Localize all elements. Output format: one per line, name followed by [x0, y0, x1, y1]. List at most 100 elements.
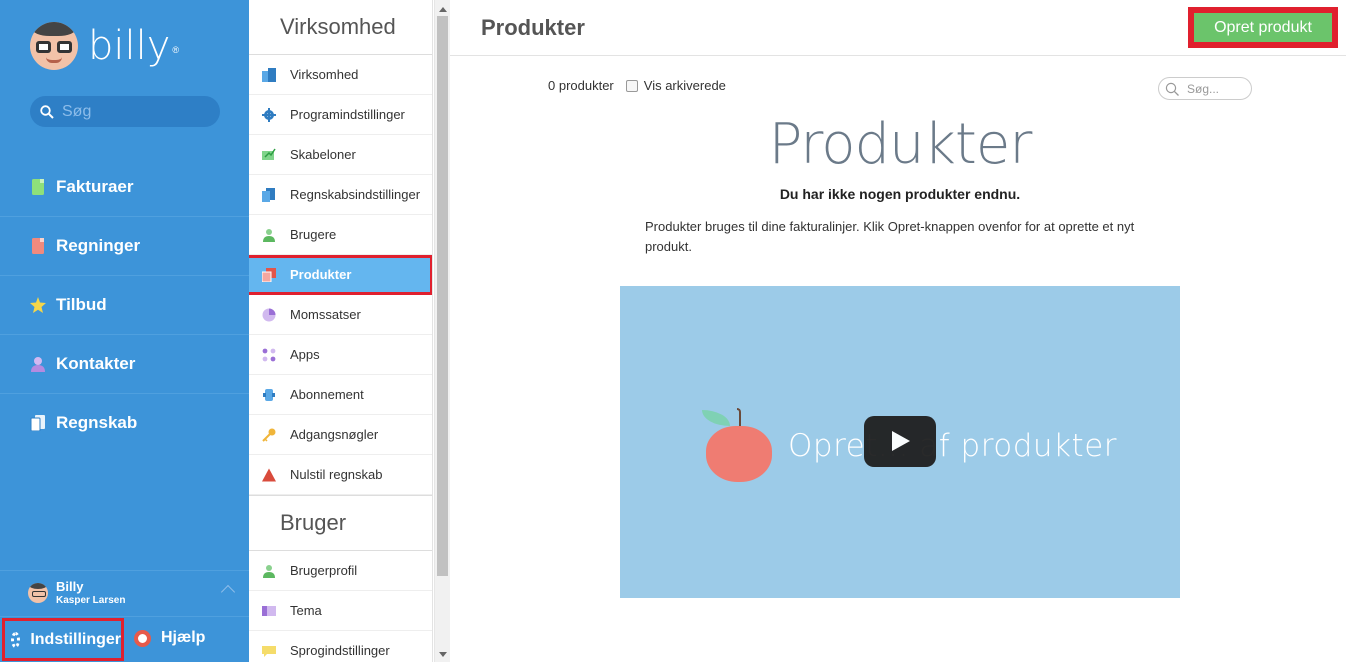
settings-item-label: Skabeloner [290, 147, 356, 162]
lifebuoy-icon [134, 629, 151, 647]
settings-item-programindstillinger[interactable]: Programindstillinger [249, 95, 432, 135]
nav-item-regninger[interactable]: Regninger [0, 216, 249, 275]
video-caption: Opret... af produkter [788, 428, 1118, 464]
users-icon [263, 228, 275, 242]
sidebar-search-input[interactable] [62, 102, 212, 121]
show-archived-label[interactable]: Vis arkiverede [644, 78, 726, 93]
pie-icon [262, 308, 276, 321]
settings-item-label: Brugere [290, 227, 337, 242]
tutorial-video[interactable]: Opret... af produkter [620, 286, 1180, 598]
settings-scrollbar[interactable] [434, 0, 450, 662]
play-button-icon[interactable] [864, 416, 936, 467]
settings-item-nulstil-regnskab[interactable]: Nulstil regnskab [249, 455, 432, 495]
settings-item-label: Programindstillinger [290, 107, 405, 122]
key-icon [262, 428, 276, 442]
main-content: Produkter Opret produkt 0 produkter Vis … [450, 0, 1346, 662]
scroll-down-arrow-icon[interactable] [439, 652, 447, 657]
ledger-icon [30, 415, 45, 431]
help-button[interactable]: Hjælp [134, 629, 205, 647]
settings-item-apps[interactable]: Apps [249, 335, 432, 375]
logo-text: billy [88, 23, 171, 69]
settings-item-label: Adgangsnøgler [290, 427, 379, 442]
product-search-input[interactable] [1187, 81, 1247, 96]
user-name: Kasper Larsen [56, 595, 126, 606]
settings-item-skabeloner[interactable]: Skabeloner [249, 135, 432, 175]
gear-icon [262, 107, 276, 122]
product-count: 0 produkter [548, 78, 614, 93]
nav-label: Regnskab [56, 413, 138, 432]
list-toolbar: 0 produkter Vis arkiverede [548, 78, 726, 93]
gear-icon [11, 631, 21, 648]
logo-registered-mark: ® [172, 45, 180, 55]
settings-item-label: Virksomhed [290, 67, 359, 82]
nav-item-kontakter[interactable]: Kontakter [0, 334, 249, 393]
empty-state-subtitle: Du har ikke nogen produkter endnu. [779, 186, 1021, 202]
help-label: Hjælp [161, 629, 206, 646]
invoice-icon [32, 178, 44, 195]
template-icon [262, 148, 276, 160]
product-search[interactable] [1158, 77, 1252, 100]
settings-item-label: Tema [290, 603, 322, 618]
empty-state-title: Produkter [768, 112, 1033, 177]
settings-item-label: Regnskabsindstillinger [290, 187, 421, 202]
subscription-icon [263, 388, 275, 401]
settings-item-produkter[interactable]: Produkter [249, 255, 432, 295]
avatar [28, 583, 48, 603]
user-info: Billy Kasper Larsen [56, 579, 125, 607]
billy-logo[interactable]: billy ® [30, 18, 179, 74]
sidebar-bottom-bar: Indstillinger Hjælp [0, 616, 249, 662]
settings-button[interactable]: Indstillinger [2, 618, 124, 661]
settings-item-abonnement[interactable]: Abonnement [249, 375, 432, 415]
settings-item-virksomhed[interactable]: Virksomhed [249, 55, 432, 95]
building-icon [262, 67, 276, 82]
settings-item-label: Apps [290, 347, 320, 362]
nav-item-regnskab[interactable]: Regnskab [0, 393, 249, 452]
settings-label: Indstillinger [30, 630, 121, 648]
search-icon [1165, 82, 1179, 96]
bill-icon [32, 238, 44, 254]
section-title-user: Bruger [249, 495, 432, 551]
settings-item-momssatser[interactable]: Momssatser [249, 295, 432, 335]
empty-state-description: Produkter bruges til dine fakturalinjer.… [645, 219, 1135, 254]
language-icon [262, 645, 276, 657]
section-title-company: Virksomhed [249, 0, 432, 55]
settings-item-label: Abonnement [290, 387, 364, 402]
user-box[interactable]: Billy Kasper Larsen [0, 570, 249, 615]
warning-icon [262, 468, 276, 481]
create-product-button[interactable]: Opret produkt [1188, 7, 1338, 48]
nav-item-tilbud[interactable]: Tilbud [0, 275, 249, 334]
scroll-up-arrow-icon[interactable] [439, 7, 447, 12]
star-icon [30, 297, 46, 313]
settings-item-label: Produkter [290, 267, 352, 282]
settings-item-tema[interactable]: Tema [249, 591, 432, 631]
settings-item-regnskabsindstillinger[interactable]: Regnskabsindstillinger [249, 175, 432, 215]
page-title: Produkter [481, 14, 585, 40]
settings-item-brugere[interactable]: Brugere [249, 215, 432, 255]
chevron-up-icon [220, 584, 236, 600]
main-sidebar: billy® Fakturaer Regninger Tilbud Kontak… [0, 0, 249, 662]
nav-label: Fakturaer [56, 176, 134, 196]
settings-item-sprogindstillinger[interactable]: Sprogindstillinger [249, 631, 432, 662]
app-root: billy® Fakturaer Regninger Tilbud Kontak… [0, 0, 1346, 662]
nav-item-fakturaer[interactable]: Fakturaer [0, 157, 249, 216]
settings-item-brugerprofil[interactable]: Brugerprofil [249, 551, 432, 591]
settings-item-label: Sprogindstillinger [290, 643, 390, 658]
create-product-label: Opret produkt [1194, 13, 1332, 42]
show-archived-checkbox[interactable] [625, 79, 638, 92]
settings-item-adgangsnoegler[interactable]: Adgangsnøgler [249, 415, 432, 455]
organization-name: Billy [56, 579, 84, 594]
scroll-thumb[interactable] [437, 16, 448, 576]
ledger-icon [262, 187, 275, 202]
products-icon [262, 267, 276, 282]
sidebar-search[interactable] [30, 96, 220, 127]
search-icon [40, 104, 54, 119]
billy-mascot-icon [30, 22, 78, 70]
nav-label: Tilbud [56, 295, 107, 314]
profile-icon [263, 564, 275, 578]
settings-item-label: Nulstil regnskab [290, 467, 383, 482]
main-nav: Fakturaer Regninger Tilbud Kontakter Reg… [0, 157, 249, 452]
apps-icon [262, 348, 276, 361]
nav-label: Regninger [56, 236, 141, 255]
person-icon [31, 357, 45, 372]
apple-icon [702, 408, 772, 482]
